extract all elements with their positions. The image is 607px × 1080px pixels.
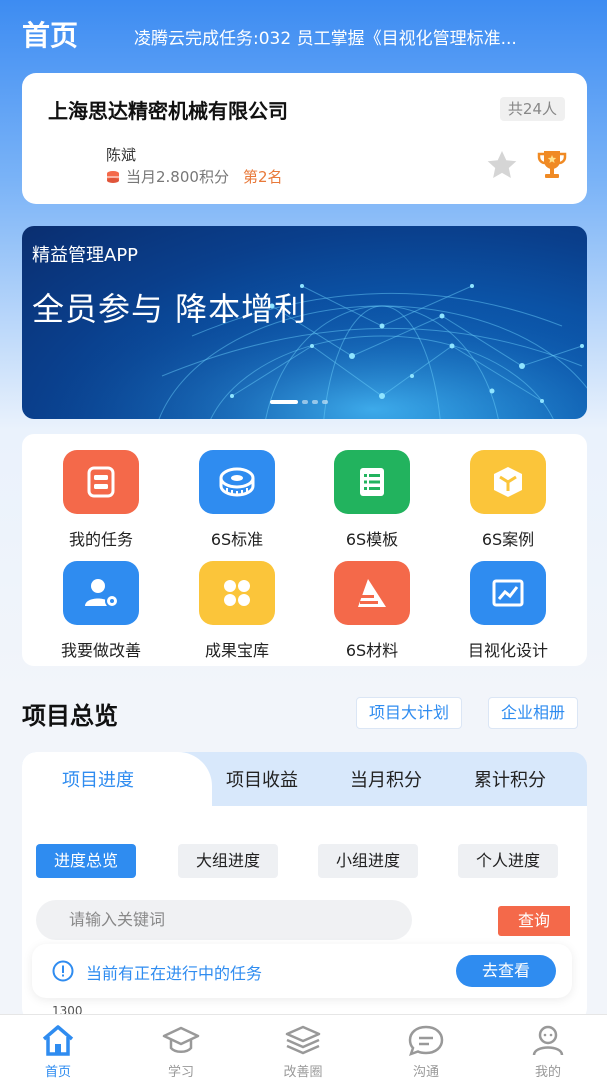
tab-monthly-points[interactable]: 当月积分 <box>350 766 422 792</box>
notice-text: 当前有正在进行中的任务 <box>86 964 263 983</box>
page-title: 首页 <box>22 19 79 52</box>
tab-total-points[interactable]: 累计积分 <box>474 766 546 792</box>
nav-label: 改善圈 <box>283 1065 323 1080</box>
layers-icon <box>285 1025 321 1055</box>
announcement-ticker[interactable]: 凌腾云完成任务:032 员工掌握《目视化管理标准... <box>134 24 594 49</box>
grid-item-label: 6S材料 <box>345 641 399 660</box>
info-icon <box>52 960 74 982</box>
nav-home[interactable]: 首页 <box>8 1015 108 1080</box>
grid-item-improvement[interactable]: 我要做改善 <box>36 561 166 671</box>
ongoing-task-notice: 当前有正在进行中的任务 去查看 <box>32 944 572 998</box>
banner-pagination[interactable] <box>270 400 328 404</box>
points-text: 当月2.800积分 <box>126 168 229 186</box>
banner-dot[interactable] <box>312 400 318 404</box>
subtab-overview[interactable]: 进度总览 <box>36 844 137 878</box>
grid-item-achievements[interactable]: 成果宝库 <box>172 561 302 671</box>
user-icon <box>532 1025 564 1056</box>
overview-tabs: 项目进度 项目收益 当月积分 累计积分 <box>22 752 587 806</box>
company-card[interactable]: 上海思达精密机械有限公司 共24人 陈斌 当月2.800积分 第2名 <box>22 73 587 204</box>
grid-item-6s-template[interactable]: 6S模板 <box>307 450 437 560</box>
grid-item-visual-design[interactable]: 目视化设计 <box>443 561 573 671</box>
subtab-personal-progress[interactable]: 个人进度 <box>458 844 559 878</box>
grid-item-6s-cases[interactable]: 6S案例 <box>443 450 573 560</box>
grid-item-label: 6S案例 <box>481 530 535 549</box>
section-title: 项目总览 <box>22 702 118 730</box>
subtab-team-progress[interactable]: 小组进度 <box>318 844 419 878</box>
project-overview-card: 项目进度 项目收益 当月积分 累计积分 进度总览 大组进度 小组进度 个人进度 … <box>22 752 587 1022</box>
nav-learning[interactable]: 学习 <box>131 1015 231 1080</box>
promo-banner[interactable]: 精益管理APP 全员参与 降本增利 <box>22 226 587 419</box>
nav-improvement-circle[interactable]: 改善圈 <box>253 1015 353 1080</box>
apps-icon <box>199 561 275 625</box>
tab-project-progress[interactable]: 项目进度 <box>62 766 134 792</box>
star-icon[interactable] <box>485 148 519 182</box>
user-gear-icon <box>63 561 139 625</box>
grid-item-6s-materials[interactable]: 6S材料 <box>307 561 437 671</box>
search-input[interactable]: 请输入关键词 <box>36 900 412 940</box>
project-plan-button[interactable]: 项目大计划 <box>356 697 463 729</box>
tape-measure-icon <box>199 450 275 514</box>
company-name: 上海思达精密机械有限公司 <box>48 99 288 123</box>
nav-label: 我的 <box>534 1065 561 1080</box>
subtab-group-progress[interactable]: 大组进度 <box>178 844 279 878</box>
nav-label: 首页 <box>44 1065 71 1080</box>
trophy-icon[interactable] <box>536 147 568 181</box>
points-row: 当月2.800积分 第2名 <box>106 166 283 187</box>
graduation-cap-icon <box>162 1026 200 1053</box>
user-name: 陈斌 <box>106 146 137 164</box>
nav-profile[interactable]: 我的 <box>498 1015 598 1080</box>
company-album-button[interactable]: 企业相册 <box>488 697 579 729</box>
grid-item-my-tasks[interactable]: 我的任务 <box>36 450 166 560</box>
bottom-nav: 首页 学习 改善圈 沟通 我的 <box>0 1014 607 1080</box>
list-icon <box>334 450 410 514</box>
cube-icon <box>470 450 546 514</box>
banner-subtitle: 精益管理APP <box>32 245 139 266</box>
coins-icon <box>107 170 119 183</box>
tab-project-revenue[interactable]: 项目收益 <box>226 766 298 792</box>
grid-item-6s-standard[interactable]: 6S标准 <box>172 450 302 560</box>
grid-item-label: 6S模板 <box>345 530 399 549</box>
grid-item-label: 成果宝库 <box>204 641 269 660</box>
banner-dot[interactable] <box>322 400 328 404</box>
grid-item-label: 我的任务 <box>68 530 133 549</box>
nav-label: 沟通 <box>412 1065 439 1080</box>
grid-item-label: 6S标准 <box>210 530 264 549</box>
home-icon <box>42 1025 74 1056</box>
banner-dot-active[interactable] <box>270 400 298 404</box>
nav-label: 学习 <box>167 1065 194 1080</box>
header: 首页 凌腾云完成任务:032 员工掌握《目视化管理标准... <box>0 0 607 68</box>
material-icon <box>334 561 410 625</box>
banner-headline: 全员参与 降本增利 <box>32 290 308 328</box>
rank-text: 第2名 <box>242 168 283 186</box>
member-count-badge: 共24人 <box>499 97 565 121</box>
nav-communication[interactable]: 沟通 <box>376 1015 476 1080</box>
banner-dot[interactable] <box>302 400 308 404</box>
grid-item-label: 目视化设计 <box>467 641 548 660</box>
feature-grid: 我的任务 6S标准 6S模板 6S案例 我要做改善 成果宝库 6S材料 目视化设… <box>22 434 587 666</box>
chat-icon <box>408 1025 444 1057</box>
view-tasks-button[interactable]: 去查看 <box>456 955 556 987</box>
grid-item-label: 我要做改善 <box>60 641 141 660</box>
query-button[interactable]: 查询 <box>498 906 570 936</box>
task-icon <box>63 450 139 514</box>
chart-icon <box>470 561 546 625</box>
